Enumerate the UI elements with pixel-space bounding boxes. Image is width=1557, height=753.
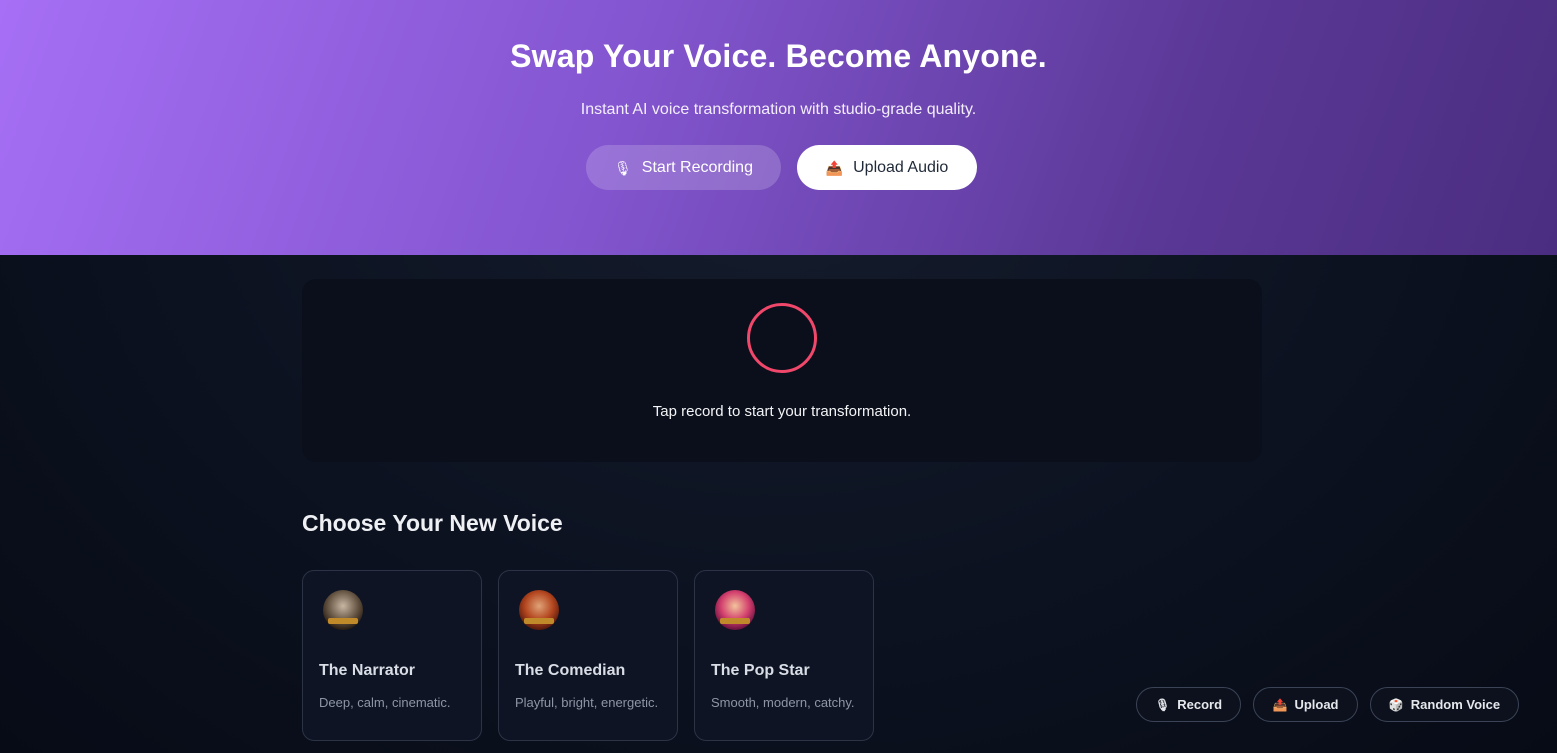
voice-card-narrator[interactable]: The Narrator Deep, calm, cinematic. — [302, 570, 482, 741]
voice-name: The Pop Star — [711, 662, 810, 679]
random-voice-label: Random Voice — [1410, 697, 1501, 712]
quick-record-button[interactable]: 🎙 Record — [1136, 687, 1241, 722]
random-voice-button[interactable]: 🎲 Random Voice — [1370, 687, 1519, 722]
start-recording-button[interactable]: 🎙 Start Recording — [586, 145, 781, 190]
narrator-avatar — [323, 590, 363, 630]
recorder-hint: Tap record to start your transformation. — [652, 403, 912, 420]
voice-description: Smooth, modern, catchy. — [711, 695, 855, 710]
quick-upload-label: Upload — [1294, 697, 1339, 712]
upload-icon: 📤 — [1272, 697, 1288, 712]
microphone-icon: 🎙 — [1154, 697, 1171, 712]
microphone-icon: 🎙 — [614, 159, 632, 176]
voice-card-pop-star[interactable]: The Pop Star Smooth, modern, catchy. — [694, 570, 874, 741]
voices-section-title: Choose Your New Voice — [302, 510, 563, 536]
recorder-panel: Tap record to start your transformation. — [302, 279, 1262, 462]
voice-name: The Comedian — [515, 662, 626, 679]
voice-description: Deep, calm, cinematic. — [319, 695, 451, 710]
pop-star-avatar — [715, 590, 755, 630]
upload-audio-label: Upload Audio — [853, 158, 949, 176]
voice-description: Playful, bright, energetic. — [515, 695, 659, 710]
upload-audio-button[interactable]: 📤 Upload Audio — [797, 145, 977, 190]
comedian-avatar — [519, 590, 559, 630]
upload-icon: 📤 — [825, 159, 844, 176]
hero-title: Swap Your Voice. Become Anyone. — [510, 38, 1047, 74]
hero-subtitle: Instant AI voice transformation with stu… — [580, 101, 977, 118]
record-toggle[interactable] — [747, 303, 817, 373]
quick-record-label: Record — [1177, 697, 1223, 712]
quick-upload-button[interactable]: 📤 Upload — [1253, 687, 1358, 722]
dice-icon: 🎲 — [1388, 697, 1404, 712]
voice-name: The Narrator — [319, 662, 416, 679]
hero-banner: Swap Your Voice. Become Anyone. Instant … — [0, 0, 1557, 255]
voice-card-comedian[interactable]: The Comedian Playful, bright, energetic. — [498, 570, 678, 741]
start-recording-label: Start Recording — [641, 158, 753, 176]
